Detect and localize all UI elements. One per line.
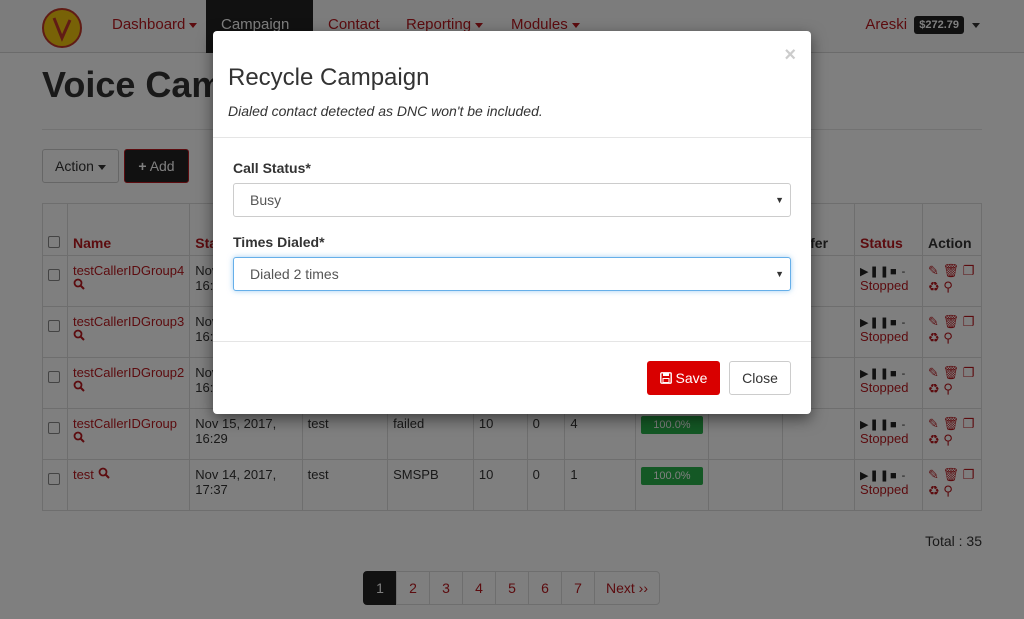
times-dialed-select[interactable]: Dialed 2 times ▼ [233, 257, 791, 291]
modal-header-divider [213, 137, 811, 138]
call-status-label: Call Status* [233, 160, 311, 176]
times-dialed-label: Times Dialed* [233, 234, 325, 250]
modal-title: Recycle Campaign [228, 64, 430, 91]
save-button-label: Save [675, 370, 708, 386]
floppy-disk-icon [659, 362, 672, 396]
call-status-select[interactable]: Busy ▼ [233, 183, 791, 217]
close-button[interactable]: Close [729, 361, 791, 395]
recycle-campaign-modal: × Recycle Campaign Dialed contact detect… [213, 31, 811, 414]
dropdown-arrow-icon: ▼ [775, 269, 784, 279]
modal-subtitle: Dialed contact detected as DNC won't be … [228, 103, 543, 119]
modal-footer-divider [213, 341, 811, 342]
dropdown-arrow-icon: ▼ [775, 195, 784, 205]
call-status-value: Busy [250, 192, 282, 208]
save-button[interactable]: Save [647, 361, 720, 395]
times-dialed-value: Dialed 2 times [250, 266, 339, 282]
close-icon[interactable]: × [784, 45, 796, 65]
